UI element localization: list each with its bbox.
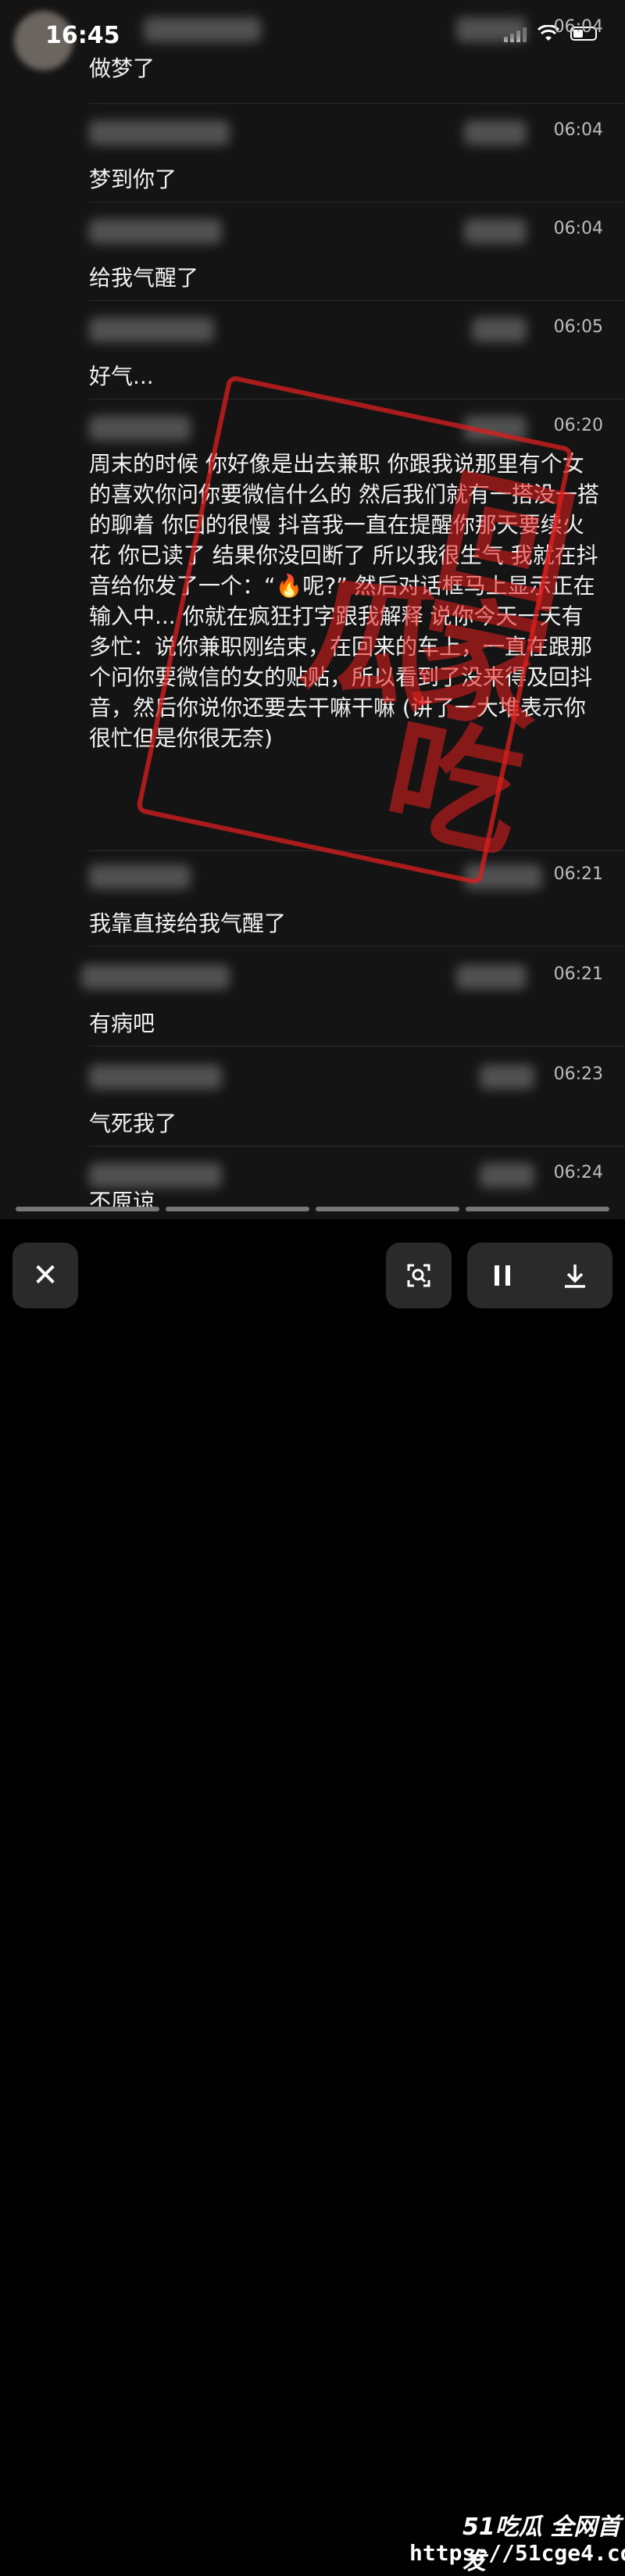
watermark-url: https://51cge4.com — [409, 2540, 625, 2566]
message-text: 我靠直接给我气醒了 — [89, 911, 287, 936]
message-time: 06:04 — [553, 219, 603, 238]
message-time: 06:24 — [553, 1163, 603, 1182]
message-text: 气死我了 — [89, 1111, 177, 1136]
scan-icon — [407, 1264, 430, 1287]
message-time: 06:21 — [553, 964, 603, 984]
playback-controls — [467, 1243, 612, 1308]
message-time: 06:23 — [553, 1064, 603, 1084]
progress-segment — [16, 1207, 159, 1211]
close-icon: ✕ — [32, 1258, 59, 1293]
progress-segment — [166, 1207, 309, 1211]
scan-button[interactable] — [386, 1243, 452, 1308]
message-text: 做梦了 — [89, 55, 155, 81]
message-time: 06:20 — [553, 416, 603, 435]
message-time: 06:05 — [553, 317, 603, 337]
message-time: 06:04 — [553, 120, 603, 140]
message-time: 06:21 — [553, 864, 603, 884]
message-text: 给我气醒了 — [89, 265, 199, 291]
download-icon[interactable] — [562, 1262, 588, 1289]
message-text: 不原谅 — [89, 1189, 155, 1215]
message-text: 梦到你了 — [89, 166, 177, 192]
close-button[interactable]: ✕ — [12, 1243, 78, 1308]
message-text: 有病吧 — [89, 1011, 155, 1036]
pause-icon[interactable] — [492, 1264, 512, 1287]
bottom-toolbar: ✕ 51吃瓜 全网首发 https://51cge4.com — [0, 1219, 625, 2575]
progress-segment — [466, 1207, 609, 1211]
message-text: 好气... — [89, 363, 154, 389]
chat-screen: 16:45 06:04 做梦了 06:04 梦到你了 06:04 给我气醒了 0… — [0, 0, 625, 1219]
story-progress-bar — [16, 1207, 609, 1211]
message-time: 06:04 — [553, 17, 603, 37]
progress-segment — [316, 1207, 459, 1211]
